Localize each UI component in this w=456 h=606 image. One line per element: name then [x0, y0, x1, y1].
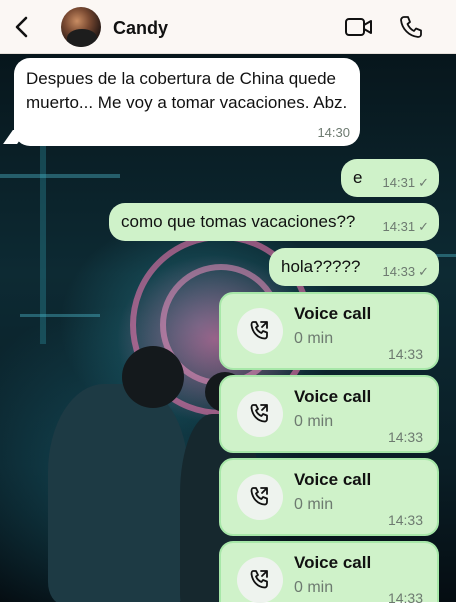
phone-icon[interactable]	[398, 14, 424, 40]
call-title: Voice call	[294, 553, 372, 572]
call-title: Voice call	[294, 470, 372, 489]
voice-call-bubble[interactable]: Voice call 0 min 14:33	[219, 458, 439, 536]
call-title: Voice call	[294, 304, 372, 323]
chat-header: Candy	[0, 0, 456, 54]
message-time: 14:30	[317, 125, 350, 140]
message-outgoing[interactable]: hola????? 14:33 ✓	[269, 248, 439, 286]
call-time: 14:33	[387, 346, 423, 362]
sent-check-icon: ✓	[418, 175, 429, 190]
sent-check-icon: ✓	[418, 219, 429, 234]
phone-call-icon	[237, 391, 283, 437]
message-text: Despues de la cobertura de China quede m…	[26, 69, 348, 112]
chevron-left-icon[interactable]	[10, 14, 36, 40]
call-duration: 0 min	[294, 579, 334, 596]
contact-name[interactable]: Candy	[113, 18, 168, 39]
message-time: 14:31 ✓	[382, 219, 429, 234]
phone-call-icon	[237, 557, 283, 603]
message-outgoing[interactable]: como que tomas vacaciones?? 14:31 ✓	[109, 203, 439, 241]
call-duration: 0 min	[294, 413, 334, 430]
call-time: 14:33	[387, 512, 423, 528]
call-time: 14:33	[387, 590, 423, 606]
message-time: 14:33 ✓	[382, 264, 429, 279]
video-camera-icon[interactable]	[344, 15, 374, 39]
message-time: 14:31 ✓	[382, 175, 429, 190]
call-title: Voice call	[294, 387, 372, 406]
phone-call-icon	[237, 474, 283, 520]
call-time: 14:33	[387, 429, 423, 445]
voice-call-bubble[interactable]: Voice call 0 min 14:33	[219, 541, 439, 606]
phone-call-icon	[237, 308, 283, 354]
voice-call-bubble[interactable]: Voice call 0 min 14:33	[219, 375, 439, 453]
message-text: e	[353, 168, 363, 187]
avatar[interactable]	[61, 7, 101, 47]
call-duration: 0 min	[294, 496, 334, 513]
message-text: hola?????	[281, 257, 361, 276]
message-outgoing[interactable]: e 14:31 ✓	[341, 159, 439, 197]
voice-call-bubble[interactable]: Voice call 0 min 14:33	[219, 292, 439, 370]
call-duration: 0 min	[294, 330, 334, 347]
sent-check-icon: ✓	[418, 264, 429, 279]
message-incoming[interactable]: Despues de la cobertura de China quede m…	[14, 58, 360, 146]
message-text: como que tomas vacaciones??	[121, 212, 356, 231]
